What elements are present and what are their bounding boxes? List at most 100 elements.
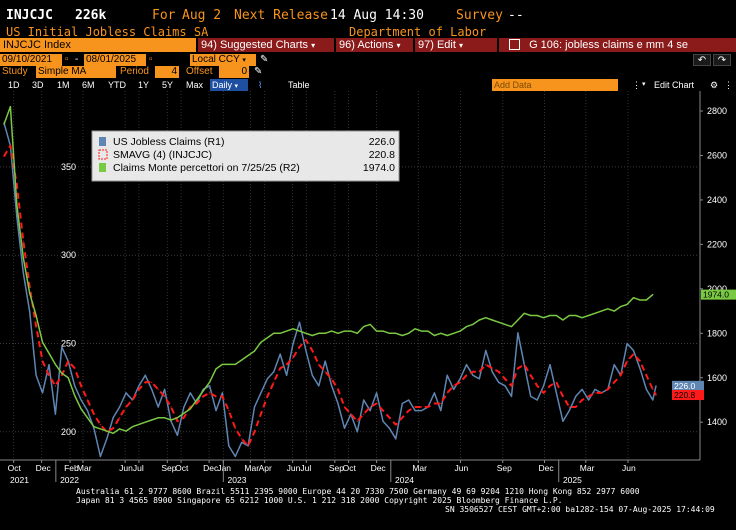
study-select[interactable]: Simple MA xyxy=(36,66,116,78)
data-point xyxy=(395,332,397,334)
currency-select[interactable]: Local CCY ▾ xyxy=(190,54,256,66)
data-point xyxy=(632,349,635,352)
data-point xyxy=(478,319,480,321)
data-point xyxy=(639,299,641,301)
data-point xyxy=(523,364,525,366)
data-point xyxy=(363,413,365,415)
range-button-1y[interactable]: 1Y xyxy=(136,79,151,91)
range-button-ytd[interactable]: YTD xyxy=(106,79,128,91)
data-point xyxy=(363,399,365,401)
index-label[interactable]: INJCJC Index xyxy=(0,38,196,52)
chart-area[interactable]: 200250300350 140016001800200022002400260… xyxy=(0,91,736,486)
data-point xyxy=(555,314,558,317)
data-point xyxy=(331,378,333,380)
data-point xyxy=(241,441,243,443)
edit-button[interactable]: 97) Edit ▾ xyxy=(415,38,497,52)
data-point xyxy=(555,392,558,394)
data-point xyxy=(498,321,500,323)
data-point xyxy=(292,356,294,359)
data-point xyxy=(645,388,647,390)
calendar-icon[interactable]: ▫ xyxy=(63,54,73,66)
data-point xyxy=(260,341,262,343)
data-point xyxy=(86,409,89,412)
data-point xyxy=(549,385,551,387)
range-button-max[interactable]: Max xyxy=(184,79,205,91)
range-button-3d[interactable]: 3D xyxy=(30,79,46,91)
range-button-5y[interactable]: 5Y xyxy=(160,79,175,91)
chart-title-button[interactable]: G 106: jobless claims e mm 4 se xyxy=(499,38,736,52)
pencil-icon[interactable]: ✎ xyxy=(258,54,270,66)
range-button-1d[interactable]: 1D xyxy=(6,79,22,91)
data-point xyxy=(119,428,121,430)
data-point xyxy=(228,445,230,447)
settings-icon[interactable]: ⚙ xyxy=(708,79,720,91)
suggested-charts-button[interactable]: 94) Suggested Charts ▾ xyxy=(198,38,334,52)
data-point xyxy=(491,371,493,373)
data-point xyxy=(562,319,564,321)
data-point xyxy=(504,385,506,387)
data-point xyxy=(151,388,153,390)
data-point xyxy=(202,395,204,398)
data-point xyxy=(465,326,468,328)
currency-value: Local CCY xyxy=(192,54,240,65)
edit-chart-button[interactable]: Edit Chart xyxy=(652,79,704,91)
data-point xyxy=(620,374,622,376)
pencil-icon[interactable]: ✎ xyxy=(252,66,264,78)
data-point xyxy=(131,399,134,401)
chart-legend[interactable]: US Jobless Claims (R1) 226.0 SMAVG (4) (IN… xyxy=(91,130,400,182)
data-point xyxy=(433,392,435,394)
data-point xyxy=(536,385,538,387)
calendar-icon[interactable]: ▫ xyxy=(147,54,157,66)
x-year-label: 2023 xyxy=(228,475,247,485)
data-point xyxy=(542,385,545,387)
data-point xyxy=(125,430,127,432)
function-toolbar: INJCJC Index 94) Suggested Charts ▾ 96) … xyxy=(0,38,736,52)
data-point xyxy=(286,364,288,366)
data-point xyxy=(119,417,121,419)
data-point xyxy=(575,314,577,317)
undo-icon[interactable]: ↶ xyxy=(693,54,711,66)
end-date-field[interactable]: 08/01/2025 xyxy=(84,54,146,66)
data-point xyxy=(568,314,570,317)
data-point xyxy=(446,374,448,376)
period-label: Period xyxy=(120,66,149,77)
last-value-label: 220.8 xyxy=(674,390,696,400)
data-point xyxy=(382,420,384,422)
x-tick-label: Oct xyxy=(343,463,357,473)
r2-tick-label: 2200 xyxy=(707,239,727,249)
period-input[interactable]: 4 xyxy=(155,66,179,78)
data-point xyxy=(369,406,371,408)
x-tick-label: Sep xyxy=(497,463,512,473)
for-label: For xyxy=(152,8,176,23)
x-tick-label: Jan xyxy=(217,463,231,473)
next-release-label: Next Release xyxy=(234,8,328,23)
start-date-field[interactable]: 09/10/2021 xyxy=(0,54,62,66)
data-point xyxy=(356,431,358,433)
offset-input[interactable]: 0 xyxy=(219,66,249,78)
data-point xyxy=(587,399,590,401)
data-point xyxy=(22,257,24,259)
data-point xyxy=(144,374,146,376)
data-point xyxy=(286,374,288,376)
x-tick-label: Jul xyxy=(300,463,311,473)
table-button[interactable]: Table xyxy=(286,79,322,91)
actions-button[interactable]: 96) Actions ▾ xyxy=(336,38,413,52)
range-button-1m[interactable]: 1M xyxy=(55,79,72,91)
data-point xyxy=(189,408,191,410)
data-point xyxy=(80,399,82,401)
data-point xyxy=(337,388,339,390)
data-point xyxy=(485,364,487,366)
security-description: US Initial Jobless Claims SA Department … xyxy=(0,25,736,39)
data-point xyxy=(234,363,236,366)
add-data-input[interactable]: Add Data xyxy=(492,79,618,91)
data-point xyxy=(414,406,416,408)
data-point xyxy=(446,334,448,337)
data-point xyxy=(401,417,403,419)
frequency-select[interactable]: Daily ▾ xyxy=(210,79,248,91)
line-chart-icon[interactable]: ⌇ xyxy=(256,79,270,91)
overflow-menu-icon[interactable]: ⋮ xyxy=(722,79,734,91)
range-toolbar: 1D 3D 1M 6M YTD 1Y 5Y Max Daily ▾ ⌇ Table Add D… xyxy=(0,79,736,91)
redo-icon[interactable]: ↷ xyxy=(713,54,731,66)
range-button-6m[interactable]: 6M xyxy=(80,79,97,91)
suggested-charts-label: 94) Suggested Charts xyxy=(201,39,309,51)
